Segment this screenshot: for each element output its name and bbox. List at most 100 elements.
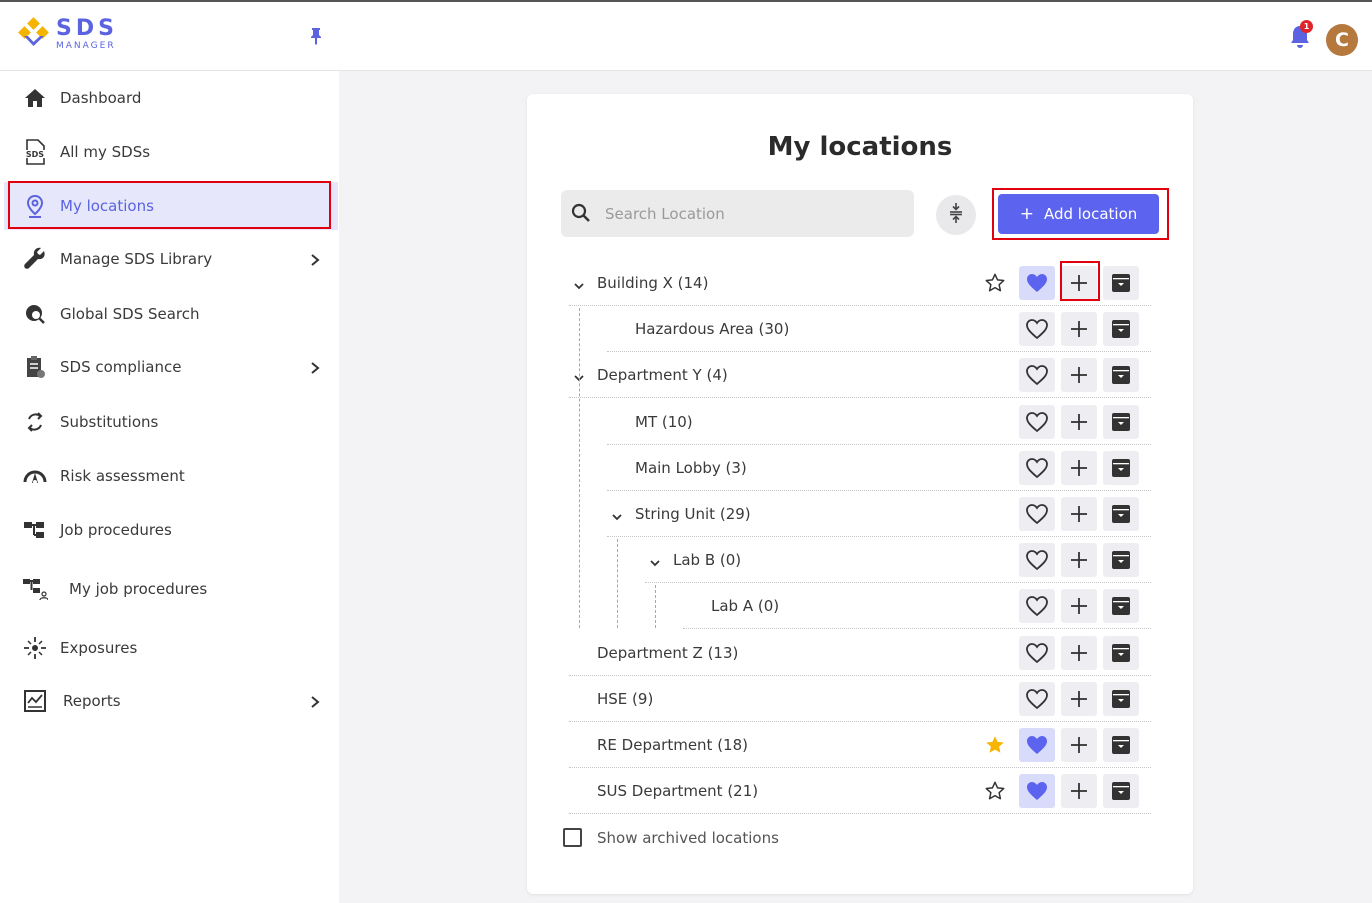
- sidebar-item-dashboard[interactable]: Dashboard: [4, 74, 338, 122]
- archive-icon[interactable]: [1103, 774, 1139, 809]
- show-archived-row: Show archived locations: [563, 828, 779, 847]
- add-sublocation-icon[interactable]: [1061, 497, 1097, 531]
- sidebar-item-my-job-procedures[interactable]: My job procedures: [4, 565, 338, 613]
- chevron-down-icon[interactable]: [649, 554, 661, 567]
- location-label: String Unit (29): [635, 505, 751, 523]
- substitution-icon: [22, 409, 48, 435]
- location-label: HSE (9): [597, 689, 654, 708]
- heart-outline-icon[interactable]: [1019, 404, 1055, 439]
- svg-text:SDS: SDS: [26, 150, 44, 159]
- archive-icon[interactable]: [1103, 450, 1139, 485]
- home-icon: [22, 85, 48, 111]
- sidebar-item-exposures[interactable]: Exposures: [4, 624, 338, 672]
- archive-icon[interactable]: [1103, 358, 1139, 393]
- location-row[interactable]: Department Z (13): [569, 630, 1151, 676]
- location-label: Department Z (13): [597, 643, 739, 662]
- add-sublocation-icon[interactable]: [1061, 589, 1097, 624]
- location-row[interactable]: RE Department (18): [569, 722, 1151, 768]
- tree-guide-line: [655, 585, 656, 628]
- archive-icon[interactable]: [1103, 543, 1139, 578]
- archive-icon[interactable]: [1103, 404, 1139, 439]
- star-filled-icon[interactable]: [977, 728, 1013, 762]
- archive-icon[interactable]: [1103, 635, 1139, 670]
- chevron-right-icon: [308, 360, 322, 374]
- location-row[interactable]: HSE (9): [569, 676, 1151, 722]
- archive-icon[interactable]: [1103, 497, 1139, 531]
- heart-outline-icon[interactable]: [1019, 358, 1055, 393]
- location-row[interactable]: Hazardous Area (30): [569, 306, 1151, 353]
- heart-outline-icon[interactable]: [1019, 635, 1055, 670]
- sds-manager-logo[interactable]: SDS MANAGER: [16, 16, 118, 52]
- location-row[interactable]: Department Y (4): [569, 352, 1151, 399]
- star-outline-icon[interactable]: [977, 266, 1013, 300]
- heart-outline-icon[interactable]: [1019, 450, 1055, 485]
- archive-icon[interactable]: [1103, 266, 1139, 300]
- sidebar-item-manage-sds-library[interactable]: Manage SDS Library: [4, 235, 338, 283]
- add-location-button[interactable]: + Add location: [998, 194, 1159, 234]
- location-label: Hazardous Area (30): [635, 320, 790, 339]
- location-label: Lab A (0): [711, 597, 780, 616]
- sidebar-item-global-sds-search[interactable]: Global SDS Search: [4, 290, 338, 338]
- heart-outline-icon[interactable]: [1019, 589, 1055, 624]
- star-outline-icon[interactable]: [977, 774, 1013, 808]
- add-sublocation-icon[interactable]: [1061, 312, 1097, 347]
- archive-icon[interactable]: [1103, 728, 1139, 762]
- heart-filled-icon[interactable]: [1019, 266, 1055, 300]
- location-row[interactable]: MT (10): [569, 399, 1151, 445]
- add-sublocation-icon[interactable]: [1061, 774, 1097, 809]
- chevron-right-icon: [308, 694, 322, 708]
- user-avatar[interactable]: C: [1326, 24, 1358, 56]
- location-label: RE Department (18): [597, 736, 748, 754]
- location-row[interactable]: String Unit (29): [569, 491, 1151, 537]
- sidebar-item-my-locations[interactable]: My locations: [4, 182, 338, 230]
- location-label: Department Y (4): [597, 366, 728, 385]
- archive-icon[interactable]: [1103, 681, 1139, 716]
- heart-outline-icon[interactable]: [1019, 681, 1055, 716]
- archive-icon[interactable]: [1103, 312, 1139, 347]
- location-row[interactable]: Main Lobby (3): [569, 445, 1151, 491]
- sidebar-item-label: Manage SDS Library: [60, 250, 213, 268]
- location-row[interactable]: Building X (14): [569, 260, 1151, 306]
- chevron-right-icon: [308, 252, 322, 266]
- add-sublocation-icon[interactable]: [1061, 681, 1097, 716]
- collapse-all-button[interactable]: [936, 195, 976, 235]
- sidebar-item-substitutions[interactable]: Substitutions: [4, 398, 338, 446]
- heart-outline-icon[interactable]: [1019, 543, 1055, 578]
- sidebar-item-sds-compliance[interactable]: SDS compliance: [4, 343, 338, 391]
- search-location-input[interactable]: [605, 202, 895, 226]
- add-sublocation-icon[interactable]: [1061, 404, 1097, 439]
- plus-icon: +: [1019, 204, 1034, 224]
- sidebar-item-label: My job procedures: [69, 580, 208, 598]
- sidebar: Dashboard SDS All my SDSs My locations M…: [0, 71, 339, 903]
- add-sublocation-icon[interactable]: [1061, 543, 1097, 578]
- location-row[interactable]: Lab A (0): [569, 583, 1151, 630]
- archive-icon[interactable]: [1103, 589, 1139, 624]
- add-sublocation-icon[interactable]: [1061, 450, 1097, 485]
- chevron-down-icon[interactable]: [573, 277, 585, 290]
- location-row[interactable]: SUS Department (21): [569, 768, 1151, 815]
- sidebar-item-all-my-sdss[interactable]: SDS All my SDSs: [4, 128, 338, 176]
- notifications-bell-icon[interactable]: 1: [1288, 20, 1313, 50]
- heart-filled-icon[interactable]: [1019, 774, 1055, 809]
- sidebar-item-risk-assessment[interactable]: Risk assessment: [4, 452, 338, 500]
- logo-subtitle: MANAGER: [56, 40, 116, 51]
- sidebar-item-job-procedures[interactable]: Job procedures: [4, 506, 338, 554]
- add-sublocation-icon[interactable]: [1061, 358, 1097, 393]
- add-sublocation-icon[interactable]: [1061, 635, 1097, 670]
- heart-filled-icon[interactable]: [1019, 728, 1055, 762]
- hierarchy-icon: [22, 517, 48, 543]
- show-archived-checkbox[interactable]: [563, 828, 582, 847]
- add-sublocation-icon[interactable]: [1061, 266, 1097, 300]
- pin-sidebar-icon[interactable]: [308, 26, 324, 46]
- clipboard-icon: [22, 354, 48, 380]
- wrench-icon: [22, 246, 48, 272]
- heart-outline-icon[interactable]: [1019, 312, 1055, 347]
- location-label: Lab B (0): [673, 551, 742, 570]
- location-row[interactable]: Lab B (0): [569, 537, 1151, 584]
- sds-document-icon: SDS: [22, 139, 48, 165]
- sidebar-item-reports[interactable]: Reports: [4, 677, 338, 725]
- sidebar-item-label: Risk assessment: [60, 467, 185, 485]
- chevron-down-icon[interactable]: [611, 508, 623, 521]
- heart-outline-icon[interactable]: [1019, 497, 1055, 531]
- add-sublocation-icon[interactable]: [1061, 728, 1097, 762]
